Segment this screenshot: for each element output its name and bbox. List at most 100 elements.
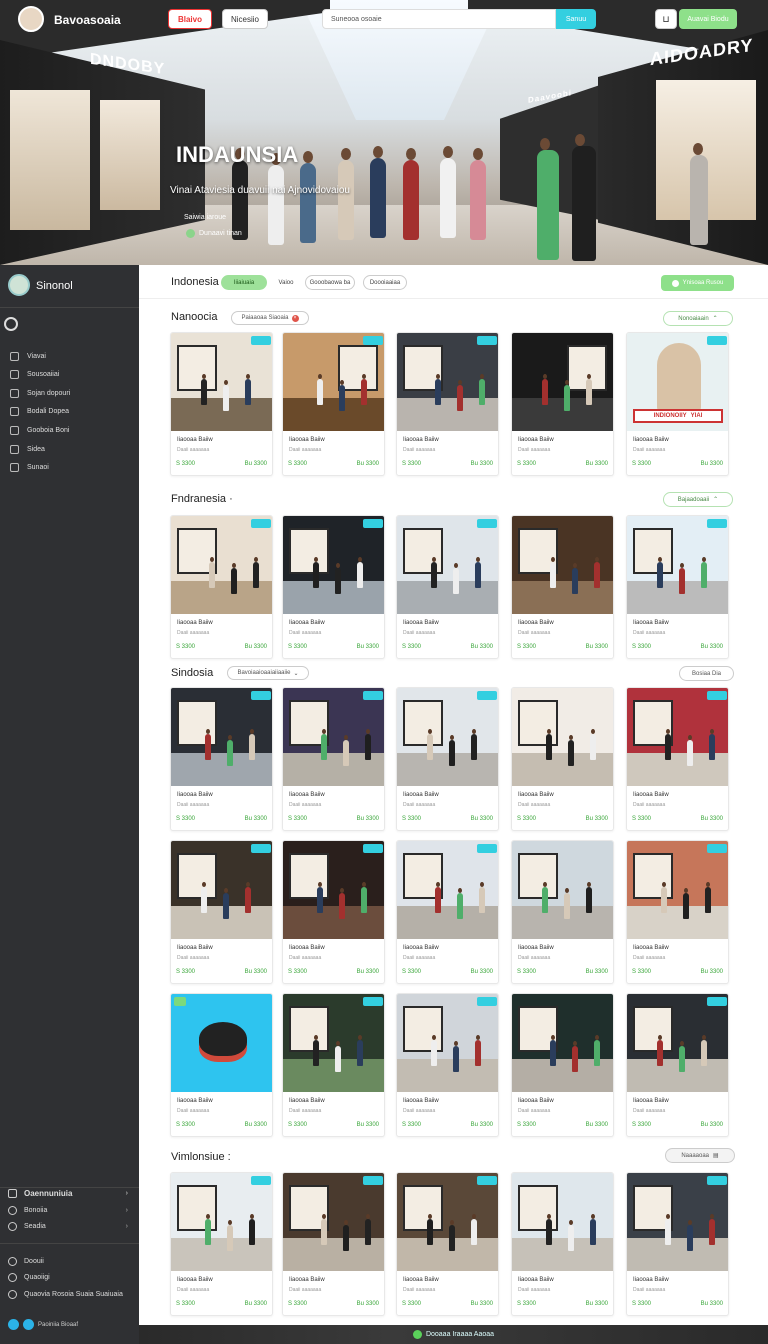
product-card[interactable]: Iiaooaa Baiiw Daaii aaaaaaa S 3300 Bu 3300 [511, 515, 614, 659]
location-icon [186, 229, 195, 238]
filter-pill-3[interactable]: Doooiaaiaa [363, 275, 407, 290]
product-card[interactable]: Iiaooaa Baiiw Daaii aaaaaaa S 3300 Bu 3300 [511, 840, 614, 984]
product-card[interactable]: Iiaooaa Baiiw Daaii aaaaaaa S 3300 Bu 3300 [396, 687, 499, 831]
product-card[interactable]: Iiaooaa Baiiw Daaii aaaaaaa S 3300 Bu 3300 [396, 993, 499, 1137]
product-card[interactable]: Iiaooaa Baiiw Daaii aaaaaaa S 3300 Bu 3300 [626, 515, 729, 659]
sidebar-share[interactable]: Paoiniia Bioaaf [8, 1319, 78, 1330]
cart-icon[interactable]: ⊔ [655, 9, 677, 29]
product-card[interactable]: Iiaooaa Baiiw Daaii aaaaaaa S 3300 Bu 3300 [396, 332, 499, 476]
search-input[interactable]: Suneooa osoaie [322, 9, 556, 29]
sidebar-footer-item-2[interactable]: Seadia › [8, 1222, 128, 1231]
power-icon[interactable] [4, 317, 18, 331]
sidebar-item-6[interactable]: Sunaoi [10, 460, 49, 474]
card-price: S 3300 [402, 644, 422, 650]
product-card[interactable]: Iiaooaa Baiiw Daaii aaaaaaa S 3300 Bu 3300 [282, 1172, 385, 1316]
scene-person [335, 1041, 341, 1072]
product-card[interactable]: Iiaooaa Baiiw Daaii aaaaaaa S 3300 Bu 3300 [626, 993, 729, 1137]
product-image [512, 333, 613, 431]
scene-person [201, 882, 207, 913]
product-card[interactable]: Iiaooaa Baiiw Daaii aaaaaaa S 3300 Bu 3300 [282, 993, 385, 1137]
card-price-alt: Bu 3300 [700, 969, 723, 975]
product-card[interactable]: Iiaooaa Baiiw Daaii aaaaaaa S 3300 Bu 3300 [396, 1172, 499, 1316]
product-card[interactable]: Iiaooaa Baiiw Daaii aaaaaaa S 3300 Bu 3300 [626, 687, 729, 831]
card-subtitle: Daaii aaaaaaa [633, 1108, 666, 1114]
product-card[interactable]: INDIONOIIY YIAI Iiaooaa Baiiw Daaii aaaaaaa… [626, 332, 729, 476]
section-filter-chip[interactable]: Paiaaoaa Siaoaia × [231, 311, 309, 325]
product-card[interactable]: Iiaooaa Baiiw Daaii aaaaaaa S 3300 Bu 3300 [282, 840, 385, 984]
sidebar-extra-2[interactable]: Quaovia Rosoia Suaia Suaiuaia [8, 1290, 128, 1299]
scene-person [435, 882, 441, 913]
product-card[interactable]: Iiaooaa Baiiw Daaii aaaaaaa S 3300 Bu 3300 [170, 332, 273, 476]
close-icon[interactable]: × [291, 314, 299, 322]
product-card[interactable]: Iiaooaa Baiiw Daaii aaaaaaa S 3300 Bu 3300 [511, 1172, 614, 1316]
sidebar-item-3[interactable]: Bodali Dopea [10, 404, 69, 418]
product-card[interactable]: Iiaooaa Baiiw Daaii aaaaaaa S 3300 Bu 3300 [626, 840, 729, 984]
card-title: Iiaooaa Baiiw [403, 1098, 439, 1104]
scene-person [479, 374, 485, 405]
section-button[interactable]: Naaaaoaa ▤ [665, 1148, 735, 1163]
product-card[interactable]: Iiaooaa Baiiw Daaii aaaaaaa S 3300 Bu 3300 [511, 332, 614, 476]
sidebar-item-0[interactable]: Viavai [10, 349, 46, 363]
card-title: Iiaooaa Baiiw [403, 792, 439, 798]
card-title: Iiaooaa Baiiw [403, 620, 439, 626]
status-badge [363, 691, 383, 700]
card-price: S 3300 [176, 644, 196, 650]
nav-button-secondary[interactable]: Nicesiio [222, 9, 268, 29]
card-title: Iiaooaa Baiiw [633, 437, 669, 443]
nav-button-primary[interactable]: Blaivo [168, 9, 212, 29]
product-card[interactable]: Iiaooaa Baiiw Daaii aaaaaaa S 3300 Bu 3300 [626, 1172, 729, 1316]
filter-pill-0[interactable]: Iiiaiuaia [221, 275, 267, 290]
section-button[interactable]: Nonoaiaain ⌃ [663, 311, 733, 326]
product-card[interactable]: Iiaooaa Baiiw Daaii aaaaaaa S 3300 Bu 3300 [170, 840, 273, 984]
scene-person [321, 1214, 327, 1245]
product-card[interactable]: Iiaooaa Baiiw Daaii aaaaaaa S 3300 Bu 3300 [511, 993, 614, 1137]
section-button[interactable]: Bosiaa Dia [679, 666, 734, 681]
social-icon [8, 1319, 19, 1330]
sidebar-item-1[interactable]: Sousoaiiai [10, 367, 59, 381]
sidebar-footer-item-1[interactable]: Bonoiia › [8, 1206, 128, 1215]
card-title: Iiaooaa Baiiw [518, 1277, 554, 1283]
sidebar-extra-1[interactable]: Quaoiigi [8, 1273, 128, 1282]
product-card[interactable]: Iiaooaa Baiiw Daaii aaaaaaa S 3300 Bu 3300 [170, 1172, 273, 1316]
product-card[interactable]: Iiaooaa Baiiw Daaii aaaaaaa S 3300 Bu 3300 [282, 515, 385, 659]
search-button[interactable]: Sanuu [556, 9, 596, 29]
section-filter-select[interactable]: Bavoiaaioaaiaiiaaiie ⌄ [227, 666, 309, 680]
scene-person [701, 1035, 707, 1066]
card-price-alt: Bu 3300 [470, 1122, 493, 1128]
sidebar-item-2[interactable]: Sojan dopouri [10, 386, 70, 400]
main-cta-button[interactable]: Ynisoaa Rusou [661, 275, 734, 291]
product-image [397, 841, 498, 939]
sidebar-item-4[interactable]: Gooboia Boni [10, 423, 69, 437]
scene-person [321, 729, 327, 760]
scene-storefront [338, 345, 378, 391]
card-subtitle: Daaii aaaaaaa [177, 1108, 210, 1114]
scene-person [572, 1041, 578, 1072]
card-title: Iiaooaa Baiiw [403, 945, 439, 951]
product-card[interactable]: Iiaooaa Baiiw Daaii aaaaaaa S 3300 Bu 3300 [170, 993, 273, 1137]
product-card[interactable]: Iiaooaa Baiiw Daaii aaaaaaa S 3300 Bu 3300 [170, 687, 273, 831]
sidebar-avatar[interactable] [8, 274, 30, 296]
scene-storefront [177, 700, 217, 746]
product-card[interactable]: Iiaooaa Baiiw Daaii aaaaaaa S 3300 Bu 3300 [282, 687, 385, 831]
card-subtitle: Daaii aaaaaaa [289, 1287, 322, 1293]
product-card[interactable]: Iiaooaa Baiiw Daaii aaaaaaa S 3300 Bu 3300 [511, 687, 614, 831]
product-card[interactable]: Iiaooaa Baiiw Daaii aaaaaaa S 3300 Bu 3300 [170, 515, 273, 659]
card-price-alt: Bu 3300 [700, 816, 723, 822]
product-card[interactable]: Iiaooaa Baiiw Daaii aaaaaaa S 3300 Bu 3300 [396, 840, 499, 984]
section-button[interactable]: Bajaadoaaii ⌃ [663, 492, 733, 507]
product-card[interactable]: Iiaooaa Baiiw Daaii aaaaaaa S 3300 Bu 3300 [282, 332, 385, 476]
cta-button[interactable]: Auavai Biodu [679, 9, 737, 29]
filter-pill-1[interactable]: Vaioo [271, 275, 301, 290]
status-badge [477, 844, 497, 853]
hero-meta-link[interactable]: Dunaavi tinan [186, 229, 242, 238]
sidebar-item-label: Sunaoi [27, 463, 49, 471]
brand-name[interactable]: Bavoasoaia [54, 13, 121, 27]
filter-pill-2[interactable]: Gooobaowa ba [305, 275, 355, 290]
avatar[interactable] [18, 6, 44, 32]
product-card[interactable]: Iiaooaa Baiiw Daaii aaaaaaa S 3300 Bu 3300 [396, 515, 499, 659]
sidebar-item-5[interactable]: Sidea [10, 442, 45, 456]
sidebar-extra-0[interactable]: Doouii [8, 1257, 128, 1266]
sidebar-footer-item-0[interactable]: Oaennuniuia › [8, 1189, 128, 1198]
scene-person [249, 1214, 255, 1245]
scene-person [365, 1214, 371, 1245]
